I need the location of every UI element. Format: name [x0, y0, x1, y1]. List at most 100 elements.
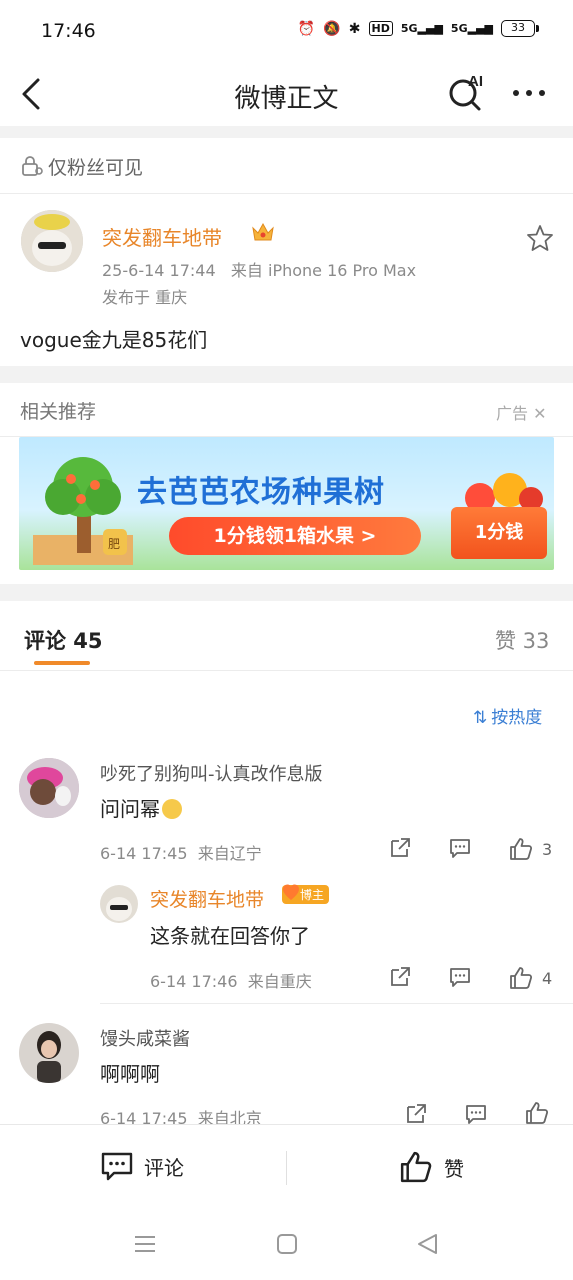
ad-banner[interactable]: 肥 去芭芭农场种果树 1分钱领1箱水果 > 1分钱	[19, 437, 554, 570]
reply-meta: 6-14 17:46 来自重庆	[150, 972, 312, 991]
favorite-button[interactable]	[526, 224, 554, 256]
sort-icon: ⇅	[473, 708, 488, 728]
battery-level: 33	[501, 20, 535, 37]
divider	[100, 1003, 573, 1004]
bottom-comment-button[interactable]: 评论	[100, 1149, 184, 1183]
post-location: 发布于 重庆	[102, 288, 188, 307]
like-button[interactable]: 4	[508, 965, 552, 991]
nav-back-button[interactable]	[416, 1232, 440, 1260]
post-time: 25-6-14 17:44	[102, 261, 216, 280]
reply-button[interactable]	[448, 836, 472, 860]
visibility-bar: 仅粉丝可见	[0, 138, 573, 194]
avatar-image	[19, 758, 79, 818]
thumbs-up-icon	[510, 838, 533, 860]
recommend-title: 相关推荐	[20, 401, 97, 423]
post-meta: 25-6-14 17:44 来自 iPhone 16 Pro Max	[102, 257, 416, 281]
share-button[interactable]	[404, 1102, 428, 1126]
reply-avatar[interactable]	[100, 885, 138, 923]
emoji-icon	[162, 799, 182, 819]
divider	[286, 1151, 287, 1185]
bottom-like-button[interactable]: 赞	[398, 1149, 464, 1185]
tree-icon: 肥	[33, 457, 133, 565]
comment-text: 问问幂	[100, 793, 182, 822]
home-square-icon	[277, 1234, 297, 1254]
svg-text:肥: 肥	[108, 537, 120, 551]
menu-icon	[135, 1236, 155, 1252]
back-triangle-icon	[418, 1234, 437, 1254]
like-button[interactable]	[524, 1100, 550, 1126]
ad-headline: 去芭芭农场种果树	[137, 475, 385, 510]
avatar-image	[21, 210, 83, 272]
comment-icon	[466, 1105, 486, 1124]
section-gap	[0, 126, 573, 138]
nav-menu-button[interactable]	[133, 1232, 157, 1260]
share-icon	[407, 1104, 426, 1123]
sort-button[interactable]: ⇅ 按热度	[473, 703, 542, 728]
reply-author[interactable]: 突发翻车地带	[150, 885, 264, 912]
thumbs-up-icon	[400, 1151, 432, 1183]
tab-comments[interactable]: 评论 45	[24, 625, 103, 655]
ai-search-icon: AI	[449, 73, 483, 111]
post-source: 来自 iPhone 16 Pro Max	[230, 261, 417, 280]
heart-badge-icon	[283, 884, 299, 900]
app-header: 微博正文 AI	[0, 64, 573, 126]
reply-button[interactable]	[464, 1102, 488, 1126]
alarm-icon: ⏰	[297, 20, 316, 37]
share-button[interactable]	[388, 965, 412, 989]
thumbs-up-icon	[510, 967, 533, 989]
more-button[interactable]	[508, 80, 550, 106]
nav-home-button[interactable]	[275, 1232, 299, 1260]
mute-icon: 🔕	[323, 20, 341, 37]
avatar-image	[100, 885, 138, 923]
system-nav-bar	[0, 1212, 573, 1280]
post-card: 突发翻车地带 25-6-14 17:44 来自 iPhone 16 Pro Ma…	[0, 194, 573, 366]
bottom-action-bar: 评论 赞	[0, 1124, 573, 1212]
close-icon: ✕	[533, 404, 547, 423]
like-count: 4	[542, 968, 553, 988]
comment-icon	[450, 968, 470, 987]
bottom-comment-label: 评论	[144, 1155, 184, 1180]
signal-icon-2: 5G▂▄▆	[450, 22, 493, 35]
visibility-label: 仅粉丝可见	[48, 157, 144, 179]
ad-close-button[interactable]: 广告 ✕	[496, 400, 547, 424]
comment-author[interactable]: 吵死了别狗叫-认真改作息版	[100, 760, 323, 786]
author-name[interactable]: 突发翻车地带	[102, 222, 222, 251]
signal-icon-1: 5G▂▄▆	[400, 22, 443, 35]
ad-box: 1分钱	[451, 507, 547, 559]
comment-author[interactable]: 馒头咸菜酱	[100, 1025, 190, 1051]
like-button[interactable]: 3	[508, 836, 552, 862]
tab-likes[interactable]: 赞 33	[495, 625, 549, 655]
hd-icon: HD	[368, 21, 393, 36]
status-bar: 17:46 ⏰ 🔕 ✱ HD 5G▂▄▆ 5G▂▄▆ 33	[0, 0, 573, 64]
ai-search-button[interactable]: AI	[446, 72, 486, 112]
status-icons: ⏰ 🔕 ✱ HD 5G▂▄▆ 5G▂▄▆ 33	[298, 20, 539, 37]
author-avatar[interactable]	[21, 210, 83, 272]
share-button[interactable]	[388, 836, 412, 860]
bottom-like-label: 赞	[444, 1156, 464, 1181]
recommend-header: 相关推荐 广告 ✕	[0, 383, 573, 437]
share-icon	[391, 967, 410, 986]
crown-icon	[252, 222, 274, 241]
tab-underline	[34, 661, 90, 665]
section-gap	[0, 584, 573, 601]
comments-tabs: 评论 45 赞 33	[0, 601, 573, 671]
svg-text:AI: AI	[468, 73, 483, 90]
star-icon	[527, 225, 553, 251]
comment-text: 啊啊啊	[100, 1062, 160, 1086]
post-text: vogue金九是85花们	[20, 328, 208, 352]
battery-icon: 33	[501, 20, 539, 37]
share-icon	[391, 838, 410, 857]
comment-avatar[interactable]	[19, 758, 79, 818]
page-title: 微博正文	[234, 84, 339, 114]
like-count: 3	[542, 839, 553, 859]
more-dots-icon	[513, 90, 545, 96]
avatar-image	[19, 1023, 79, 1083]
comment-avatar[interactable]	[19, 1023, 79, 1083]
section-gap	[0, 366, 573, 383]
comment-meta: 6-14 17:45 来自辽宁	[100, 844, 262, 863]
thumbs-up-icon	[526, 1102, 549, 1124]
comment-icon	[101, 1152, 133, 1181]
reply-button[interactable]	[448, 965, 472, 989]
bluetooth-icon: ✱	[348, 20, 361, 37]
comment-icon	[450, 839, 470, 858]
